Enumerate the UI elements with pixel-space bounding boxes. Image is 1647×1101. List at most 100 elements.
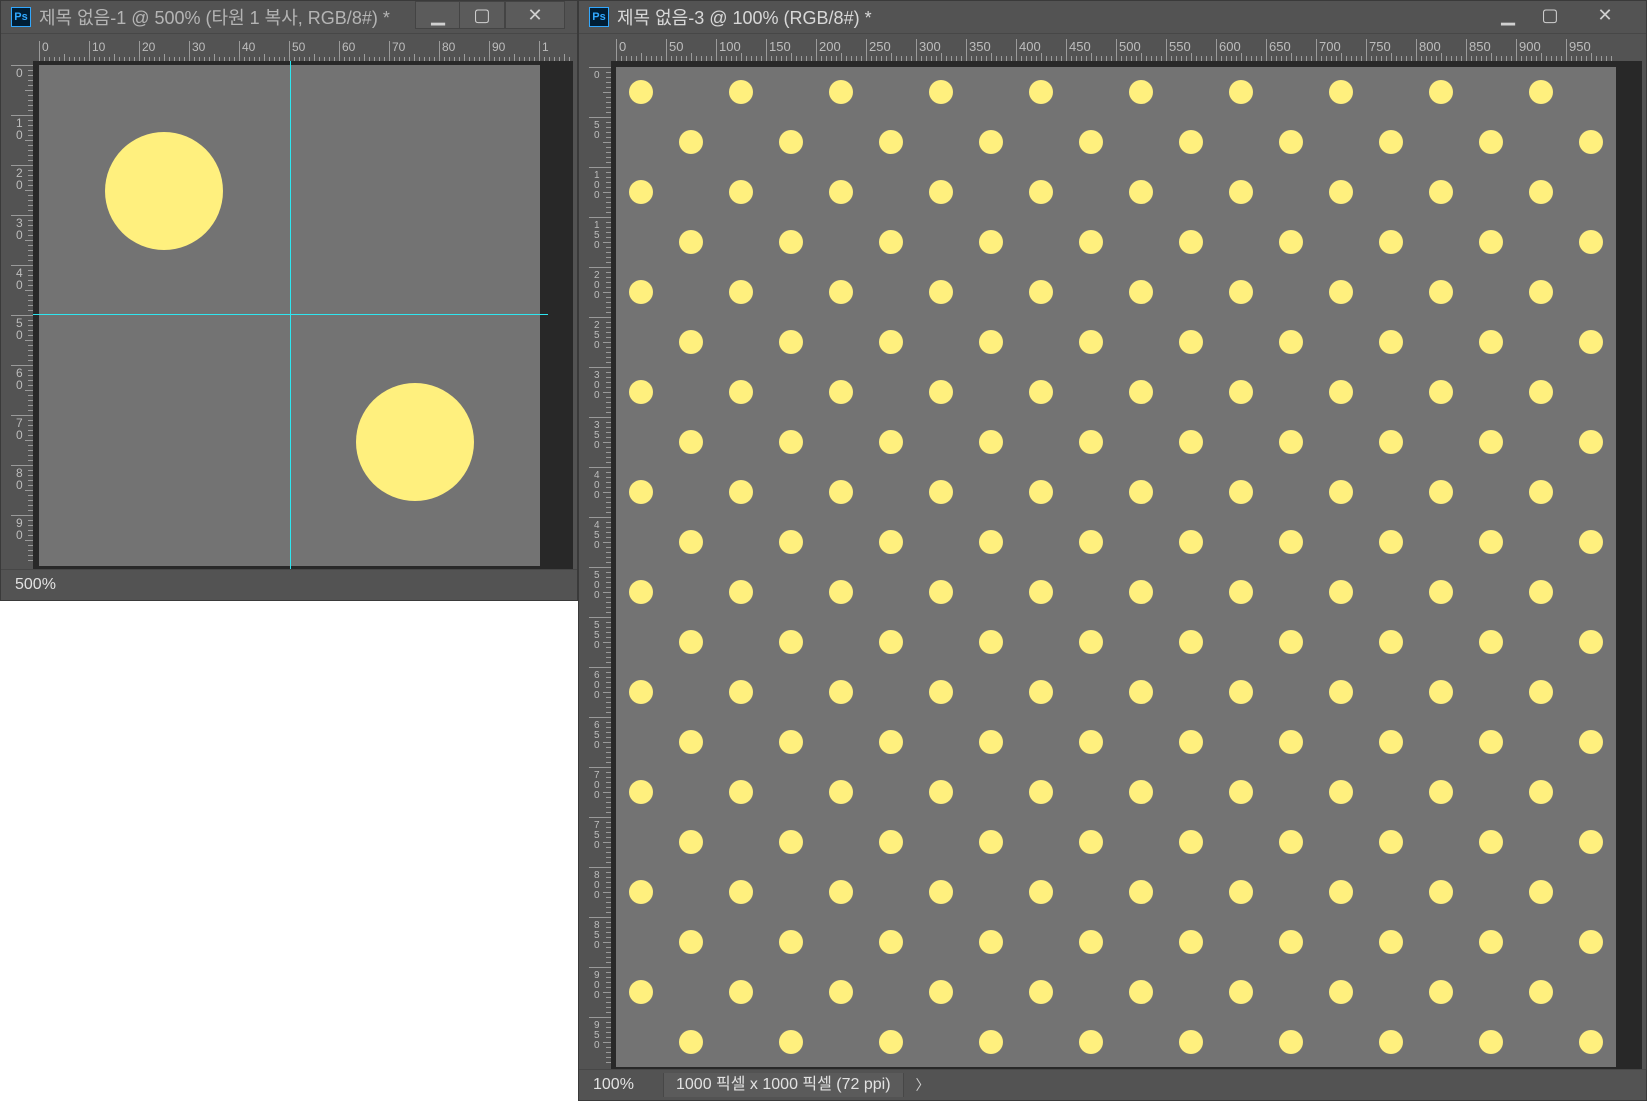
pattern-dot [1129,380,1153,404]
pattern-dot [929,480,953,504]
pattern-dot [929,180,953,204]
close-icon: ✕ [1597,4,1613,25]
pattern-dot [1529,780,1553,804]
ruler-tick-label: 950 [1569,39,1591,54]
minimize-button[interactable]: ▁ [415,1,461,29]
pattern-dot [1129,680,1153,704]
pattern-dot [1179,930,1203,954]
pattern-dot [1429,980,1453,1004]
horizontal-guide[interactable] [33,314,548,315]
pattern-dot [979,1030,1003,1054]
pattern-dot [1379,230,1403,254]
ellipse-shape[interactable] [105,132,223,250]
pattern-dot [729,980,753,1004]
pattern-dot [779,630,803,654]
pattern-dot [1579,830,1603,854]
pattern-dot [679,130,703,154]
pattern-dot [879,1030,903,1054]
pattern-dot [1379,130,1403,154]
pattern-dot [1279,630,1303,654]
chevron-right-icon[interactable]: 〉 [916,1075,930,1095]
pattern-dot [679,430,703,454]
pattern-dot [1279,430,1303,454]
pattern-dot [1479,630,1503,654]
horizontal-ruler[interactable]: 0 10 20 30 40 50 60 70 80 90 1 [33,37,573,61]
document-title: 제목 없음-3 @ 100% (RGB/8#) * [617,8,872,28]
pattern-dot [829,180,853,204]
title-bar[interactable]: Ps 제목 없음-3 @ 100% (RGB/8#) * ▁ ▢ ✕ [579,1,1646,34]
pattern-dot [1279,230,1303,254]
canvas-area[interactable] [33,61,573,569]
pattern-dot [829,480,853,504]
zoom-level[interactable]: 500% [1,576,85,594]
ruler-tick-label: 0 [42,40,49,54]
ruler-tick-label: 200 [819,39,841,54]
pattern-dot [1229,480,1253,504]
ruler-tick-label: 60 [342,40,356,54]
pattern-dot [729,680,753,704]
canvas[interactable] [616,67,1616,1067]
pattern-dot [1379,530,1403,554]
ellipse-copy-shape[interactable] [356,383,474,501]
ruler-tick-label: 0 [594,340,600,351]
pattern-dot [979,630,1003,654]
ruler-corner[interactable] [585,35,611,61]
ruler-tick-label: 0 [594,290,600,301]
photoshop-icon: Ps [11,7,31,27]
ruler-tick-label: 80 [442,40,456,54]
close-button[interactable]: ✕ [505,1,565,29]
ruler-tick-label: 750 [1369,39,1391,54]
pattern-dot [1079,330,1103,354]
maximize-button[interactable]: ▢ [1527,1,1573,29]
pattern-dot [979,430,1003,454]
ruler-tick-label: 250 [869,39,891,54]
horizontal-ruler[interactable]: 0 50 100 150 200 250 300 350 400 450 500 550 600 650 7… [611,35,1642,61]
pattern-dot [1429,180,1453,204]
canvas-area[interactable] [611,61,1642,1071]
pattern-dot [1479,330,1503,354]
pattern-dot [729,580,753,604]
pattern-dot [1479,230,1503,254]
pattern-dot [1229,680,1253,704]
pattern-dot [1529,180,1553,204]
pattern-dot [1379,730,1403,754]
pattern-dot [679,630,703,654]
pattern-dot [629,780,653,804]
pattern-dot [1579,630,1603,654]
title-bar[interactable]: Ps 제목 없음-1 @ 500% (타원 1 복사, RGB/8#) * ▁ … [1,1,577,34]
pattern-dot [1329,980,1353,1004]
pattern-dot [1529,380,1553,404]
close-button[interactable]: ✕ [1575,1,1635,29]
pattern-dot [829,980,853,1004]
pattern-dot [1229,980,1253,1004]
ruler-tick-label: 0 [16,328,23,342]
pattern-dot [729,480,753,504]
ruler-tick-label: 0 [16,128,23,142]
vertical-guide[interactable] [290,61,291,569]
ruler-tick-label: 900 [1519,39,1541,54]
pattern-dot [1479,430,1503,454]
document-window-left[interactable]: Ps 제목 없음-1 @ 500% (타원 1 복사, RGB/8#) * ▁ … [0,0,578,601]
ruler-tick-label: 0 [594,130,600,141]
minimize-button[interactable]: ▁ [1485,1,1531,29]
document-info[interactable]: 1000 픽셀 x 1000 픽셀 (72 ppi) [663,1073,904,1097]
pattern-dot [1579,130,1603,154]
vertical-ruler[interactable]: 0501001502002503003504004505005506006507… [585,61,611,1067]
pattern-dot [879,630,903,654]
minimize-icon: ▁ [431,4,445,25]
pattern-dot [1029,280,1053,304]
pattern-dot [1429,580,1453,604]
pattern-dot [1179,1030,1203,1054]
pattern-dot [729,380,753,404]
pattern-dot [629,980,653,1004]
vertical-ruler[interactable]: 0102030405060708090 [7,61,33,566]
zoom-level[interactable]: 100% [579,1076,663,1094]
pattern-dot [1079,130,1103,154]
document-window-right[interactable]: Ps 제목 없음-3 @ 100% (RGB/8#) * ▁ ▢ ✕ 0 50 10… [578,0,1647,1101]
pattern-dot [629,80,653,104]
ruler-corner[interactable] [7,37,33,61]
maximize-button[interactable]: ▢ [459,1,505,29]
pattern-dot [779,130,803,154]
pattern-dot [1029,680,1053,704]
pattern-dot [1129,780,1153,804]
